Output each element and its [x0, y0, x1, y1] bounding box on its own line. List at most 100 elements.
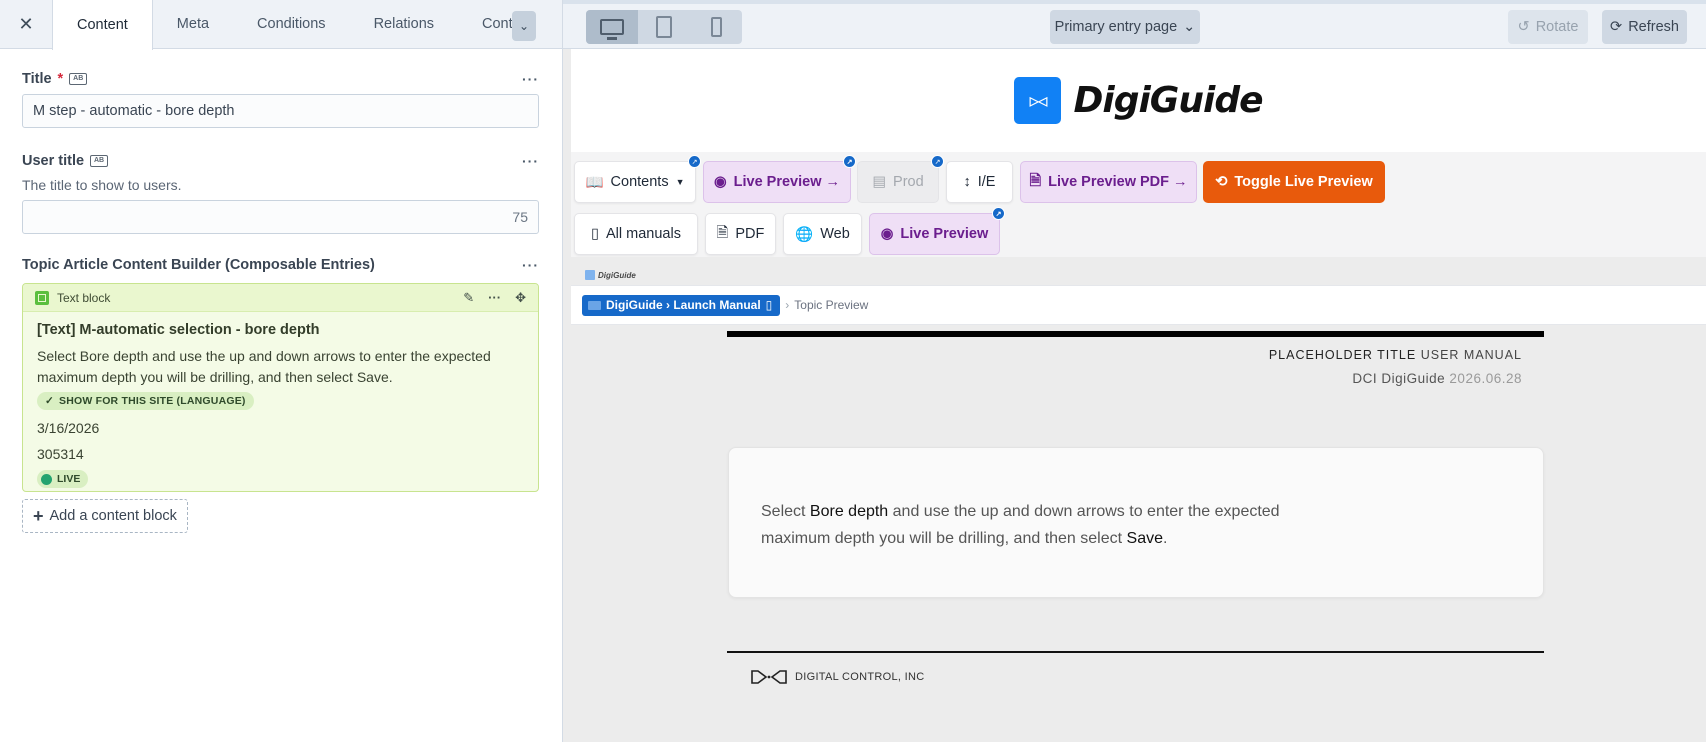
- topic-term-save: Save: [1126, 530, 1163, 547]
- document-top-rule: [727, 331, 1544, 337]
- refresh-button[interactable]: ⟳ Refresh: [1602, 10, 1687, 44]
- tab-relations[interactable]: Relations: [350, 0, 458, 48]
- document-bottom-rule: [727, 651, 1544, 653]
- entry-editor-pane: ✕ Content Meta Conditions Relations Cont…: [0, 0, 563, 742]
- live-preview-label: Live Preview: [900, 226, 989, 242]
- live-preview-link-label: Live Preview →: [733, 174, 841, 190]
- ie-label: I/E: [977, 174, 996, 190]
- title-field-menu-button[interactable]: ···: [522, 71, 539, 87]
- translatable-icon: AB: [69, 73, 88, 85]
- all-manuals-button[interactable]: ▯ All manuals: [574, 213, 698, 255]
- document-product: DCI DigiGuide: [1352, 371, 1446, 386]
- external-link-icon: ↗: [843, 155, 856, 168]
- breadcrumb-separator: ›: [785, 298, 790, 312]
- refresh-icon: ⟳: [1610, 19, 1623, 35]
- breadcrumb-chip[interactable]: DigiGuide › Launch Manual ▯: [582, 294, 781, 316]
- user-title-field-menu-button[interactable]: ···: [522, 153, 539, 169]
- document-title-suffix: USER MANUAL: [1420, 348, 1522, 362]
- tab-meta[interactable]: Meta: [153, 0, 233, 48]
- prod-button[interactable]: ▤ Prod ↗: [857, 155, 944, 203]
- tab-content[interactable]: Content: [52, 0, 153, 50]
- preview-target-label: Primary entry page: [1054, 19, 1178, 35]
- required-mark: *: [57, 71, 64, 87]
- title-input-value: M step - automatic - bore depth: [33, 103, 235, 119]
- book-open-icon: 📖: [585, 174, 604, 191]
- live-preview-button[interactable]: ◉ Live Preview ↗: [869, 207, 1005, 255]
- arrows-vertical-icon: ↕: [963, 174, 971, 190]
- topic-content-card: Select Bore depth and use the up and dow…: [728, 447, 1544, 598]
- contents-button[interactable]: 📖 Contents ▼ ↗: [574, 155, 701, 203]
- content-builder-menu-button[interactable]: ···: [522, 257, 539, 273]
- eye-icon: ◉: [713, 174, 727, 190]
- char-count: 75: [512, 209, 528, 225]
- title-field: Title * AB ··· M step - automatic - bore…: [22, 71, 539, 128]
- prod-label: Prod: [893, 174, 924, 190]
- live-preview-pdf-button[interactable]: 🗎 Live Preview PDF →: [1020, 161, 1197, 203]
- block-actions: ✎ ··· ✥: [463, 290, 526, 306]
- status-label: LIVE: [57, 473, 81, 485]
- block-type-label: Text block: [57, 290, 111, 305]
- block-date: 3/16/2026: [37, 420, 100, 436]
- device-phone-button[interactable]: [690, 10, 742, 44]
- ie-button[interactable]: ↕ I/E: [946, 161, 1013, 203]
- check-icon: ✓: [45, 395, 54, 407]
- contents-label: Contents: [610, 174, 669, 190]
- site-badge-label: SHOW FOR THIS SITE (LANGUAGE): [59, 395, 246, 407]
- preview-target-select[interactable]: Primary entry page ⌄: [1050, 10, 1200, 44]
- chevron-down-icon: ⌄: [518, 19, 530, 33]
- web-button[interactable]: 🌐 Web: [783, 213, 862, 255]
- tabs-overflow-button[interactable]: ⌄: [512, 11, 536, 41]
- site-badge: ✓ SHOW FOR THIS SITE (LANGUAGE): [37, 392, 254, 410]
- document-title-main: PLACEHOLDER TITLE: [1268, 348, 1417, 362]
- tablet-icon: [656, 16, 672, 38]
- company-name: DIGITAL CONTROL, INC: [795, 671, 925, 683]
- title-label-row: Title * AB: [22, 71, 539, 87]
- user-title-label-row: User title AB: [22, 153, 539, 169]
- site-logo-text: DigiGuide: [1073, 80, 1263, 121]
- plus-icon: +: [33, 505, 44, 526]
- caret-down-icon: ▼: [675, 177, 685, 187]
- book-icon: ▯: [591, 226, 600, 242]
- live-preview-link-button[interactable]: ◉ Live Preview → ↗: [703, 155, 856, 203]
- user-title-field: User title AB ··· The title to show to u…: [22, 153, 539, 234]
- tab-conditions[interactable]: Conditions: [233, 0, 350, 48]
- rotate-button[interactable]: ↺ Rotate: [1508, 10, 1588, 44]
- user-title-input[interactable]: 75: [22, 200, 539, 234]
- phone-icon: [710, 17, 722, 37]
- pdf-button[interactable]: 🗎 PDF: [705, 213, 776, 255]
- text-block-body: [Text] M-automatic selection - bore dept…: [23, 312, 538, 498]
- device-switcher: [586, 10, 742, 44]
- all-manuals-label: All manuals: [606, 226, 681, 242]
- chevron-down-icon: ⌄: [1183, 19, 1196, 35]
- dci-logo-icon: [751, 670, 787, 684]
- move-icon[interactable]: ✥: [515, 290, 526, 306]
- device-desktop-button[interactable]: [586, 10, 638, 44]
- eye-icon: ◉: [880, 226, 894, 242]
- sync-icon: ⟲: [1215, 174, 1228, 190]
- close-button[interactable]: ✕: [0, 0, 52, 48]
- block-text: Select Bore depth and use the up and dow…: [37, 348, 491, 385]
- bookmark-icon: ▯: [765, 298, 773, 312]
- user-title-description: The title to show to users.: [22, 177, 182, 193]
- user-title-label: User title: [22, 153, 85, 169]
- topic-text-1: Select: [761, 503, 810, 520]
- more-icon[interactable]: ···: [488, 290, 501, 305]
- tab-content-overflow[interactable]: Content: [458, 0, 518, 48]
- text-block-card[interactable]: Text block ✎ ··· ✥ [Text] M-automatic se…: [22, 283, 539, 492]
- device-tablet-button[interactable]: [638, 10, 690, 44]
- refresh-label: Refresh: [1628, 19, 1679, 35]
- live-preview-pdf-label: Live Preview PDF →: [1048, 174, 1188, 190]
- web-label: Web: [820, 226, 850, 242]
- add-content-block-button[interactable]: + Add a content block: [22, 499, 188, 533]
- close-icon: ✕: [18, 13, 34, 34]
- title-input[interactable]: M step - automatic - bore depth: [22, 94, 539, 128]
- live-preview-pane: Primary entry page ⌄ ↺ Rotate ⟳ Refresh …: [563, 0, 1706, 742]
- mini-logo-icon: [585, 270, 595, 280]
- editor-tabs: ✕ Content Meta Conditions Relations Cont…: [0, 0, 562, 50]
- digiguide-mini-icon: [588, 300, 601, 310]
- text-block-header: Text block ✎ ··· ✥: [23, 284, 538, 312]
- pencil-icon[interactable]: ✎: [463, 290, 474, 306]
- mini-logo: DigiGuide: [585, 270, 636, 280]
- toggle-live-preview-button[interactable]: ⟲ Toggle Live Preview: [1203, 161, 1385, 203]
- breadcrumb-chip-label: DigiGuide › Launch Manual: [606, 298, 761, 312]
